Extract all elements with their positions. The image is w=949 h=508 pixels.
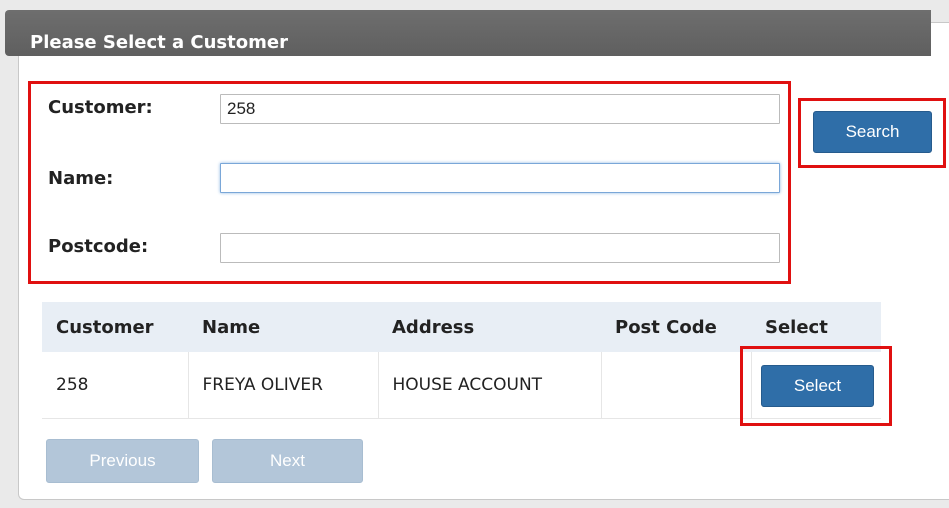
table-row: 258 FREYA OLIVER HOUSE ACCOUNT: [42, 352, 881, 419]
customer-input[interactable]: [220, 94, 780, 124]
cell-post-code: [601, 352, 752, 419]
cell-address: HOUSE ACCOUNT: [378, 352, 602, 419]
previous-button[interactable]: Previous: [46, 439, 199, 483]
select-row-button[interactable]: Select: [761, 365, 874, 407]
postcode-input[interactable]: [220, 233, 780, 263]
column-header-address: Address: [378, 302, 601, 352]
search-button[interactable]: Search: [813, 111, 932, 153]
panel-title: Please Select a Customer: [30, 32, 288, 53]
cell-customer: 258: [42, 352, 189, 419]
column-header-select: Select: [751, 302, 881, 352]
table-header-row: Customer Name Address Post Code Select: [42, 302, 881, 352]
column-header-name: Name: [188, 302, 378, 352]
customer-label: Customer:: [48, 97, 153, 118]
postcode-label: Postcode:: [48, 236, 149, 257]
column-header-customer: Customer: [42, 302, 188, 352]
customer-results-table: Customer Name Address Post Code Select 2…: [42, 302, 881, 419]
name-input[interactable]: [220, 163, 780, 193]
cell-name: FREYA OLIVER: [188, 352, 379, 419]
name-label: Name:: [48, 168, 114, 189]
next-button[interactable]: Next: [212, 439, 363, 483]
column-header-post-code: Post Code: [601, 302, 751, 352]
